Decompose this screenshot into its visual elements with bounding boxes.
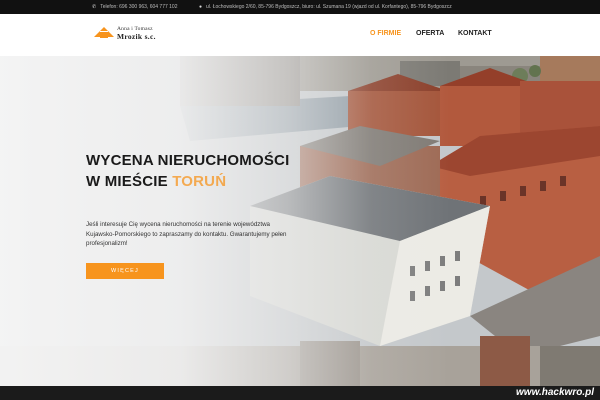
hero-title: WYCENA NIERUCHOMOŚCI W MIEŚCIE TORUŃ [86,150,316,192]
main-navbar: Anna i Tomasz Mrozik s.c. O FIRMIE OFERT… [0,14,600,56]
phone-text: Telefon: 696 300 963, 604 777 102 [100,4,178,10]
top-info-bar: ✆ Telefon: 696 300 963, 604 777 102 ● ul… [0,0,600,14]
company-logo[interactable]: Anna i Tomasz Mrozik s.c. [94,26,156,40]
hero-title-line1: WYCENA NIERUCHOMOŚCI [86,152,290,169]
phone-info[interactable]: ✆ Telefon: 696 300 963, 604 777 102 [92,4,178,10]
logo-text: Anna i Tomasz Mrozik s.c. [117,26,156,40]
logo-line2: Mrozik s.c. [117,32,156,41]
map-pin-icon: ● [199,4,203,10]
nav-item-oferta[interactable]: OFERTA [416,30,444,37]
more-button[interactable]: WIĘCEJ [86,263,164,279]
address-text: ul. Łochowskiego 2/60, 85-796 Bydgoszcz,… [206,4,452,10]
hero-title-city: W MIEŚCIE [86,173,168,190]
torun-logo: TORUŃ [172,173,227,190]
house-logo-icon [94,27,114,38]
watermark-bar: www.hackwro.pl [0,386,600,400]
nav-item-o-firmie[interactable]: O FIRMIE [370,30,401,37]
address-info: ● ul. Łochowskiego 2/60, 85-796 Bydgoszc… [199,4,452,10]
hero-description: Jeśli interesuje Cię wycena nieruchomośc… [86,221,287,247]
hero-title-line2: W MIEŚCIE TORUŃ [86,171,316,192]
nav-item-kontakt[interactable]: KONTAKT [458,30,492,37]
watermark-text: www.hackwro.pl [516,387,594,398]
phone-icon: ✆ [92,4,97,10]
